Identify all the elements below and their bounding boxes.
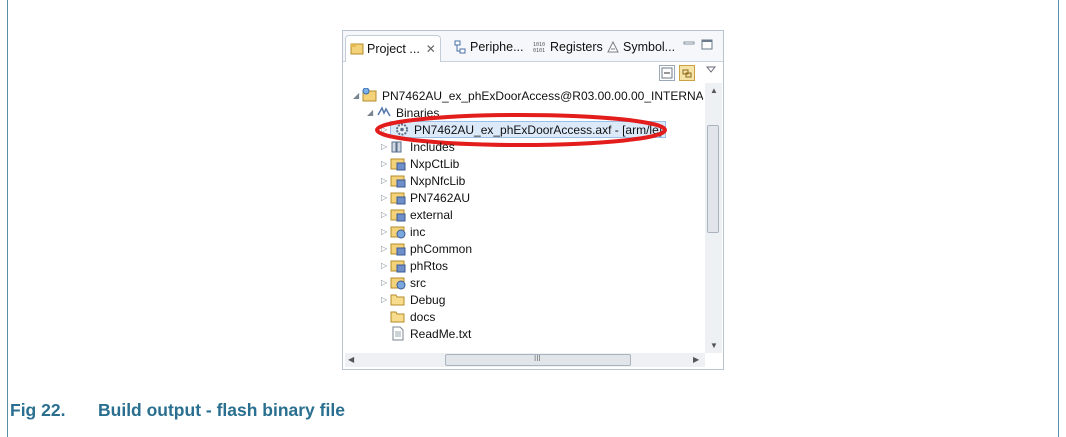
horizontal-scrollbar[interactable]: ◀ III ▶ — [345, 353, 705, 367]
tab-label: Symbol... — [623, 40, 676, 54]
folder-icon — [390, 294, 405, 306]
tree-row-phcommon[interactable]: ▷ phCommon — [381, 240, 472, 257]
tree-item-label: phCommon — [410, 241, 473, 256]
tree-item-label: Includes — [410, 139, 455, 154]
project-tree: ◢ PN7462AU_ex_phExDoorAccess@R03.00.00.0… — [343, 81, 703, 353]
text-file-icon — [392, 326, 404, 341]
view-tab-bar: Project ... ✕ Periphe... 1010 0101 Regis… — [343, 31, 723, 62]
peripherals-icon — [454, 40, 466, 54]
figure-number: Fig 22. — [10, 400, 66, 420]
project-explorer-panel: Project ... ✕ Periphe... 1010 0101 Regis… — [342, 30, 724, 370]
tree-row-project[interactable]: ◢ PN7462AU_ex_phExDoorAccess@R03.00.00.0… — [353, 87, 703, 104]
vertical-scrollbar[interactable]: ▲ ▼ — [705, 83, 722, 353]
expand-icon[interactable]: ▷ — [381, 227, 390, 236]
tree-item-label: inc — [410, 224, 426, 239]
source-folder-icon — [390, 158, 406, 171]
collapse-icon[interactable]: ◢ — [353, 91, 362, 100]
tree-row-phrtos[interactable]: ▷ phRtos — [381, 257, 448, 274]
figure-caption: Fig 22. Build output - flash binary file — [10, 400, 345, 421]
figure-title: Build output - flash binary file — [98, 400, 345, 420]
project-icon — [362, 88, 377, 102]
scroll-left-icon[interactable]: ◀ — [348, 355, 354, 364]
collapse-all-button[interactable] — [659, 65, 675, 81]
tab-label: Project ... — [367, 42, 420, 56]
source-folder-icon — [390, 260, 406, 273]
source-folder-icon — [390, 175, 406, 188]
symbol-viewer-icon — [607, 40, 619, 53]
tree-item-label: src — [410, 275, 426, 290]
tree-row-readme[interactable]: ReadMe.txt — [390, 325, 471, 342]
source-folder-c-icon — [390, 277, 406, 290]
registers-icon: 1010 0101 — [533, 42, 545, 54]
tree-row-src[interactable]: ▷ src — [381, 274, 426, 291]
link-with-editor-button[interactable] — [679, 65, 695, 81]
tree-row-external[interactable]: ▷ external — [381, 206, 453, 223]
minimize-icon[interactable] — [683, 39, 695, 50]
expand-icon[interactable]: ▷ — [381, 295, 390, 304]
expand-icon[interactable]: ▷ — [381, 278, 390, 287]
expand-icon[interactable]: ▷ — [381, 261, 390, 270]
svg-text:0101: 0101 — [533, 48, 545, 54]
includes-icon — [391, 141, 402, 153]
horizontal-scroll-thumb[interactable]: III — [445, 354, 631, 366]
folder-icon — [390, 311, 405, 323]
expand-icon[interactable]: ▷ — [381, 244, 390, 253]
vertical-scroll-thumb[interactable] — [707, 125, 719, 233]
tree-row-nxpnfclib[interactable]: ▷ NxpNfcLib — [381, 172, 465, 189]
tab-symbol-viewer[interactable]: Symbol... — [606, 37, 675, 57]
link-with-editor-icon — [682, 69, 692, 78]
tab-label: Registers — [550, 40, 603, 54]
scroll-down-icon[interactable]: ▼ — [710, 341, 718, 350]
tree-row-nxpctlib[interactable]: ▷ NxpCtLib — [381, 155, 459, 172]
expand-icon[interactable]: ▷ — [381, 159, 390, 168]
close-icon[interactable]: ✕ — [426, 42, 436, 56]
expand-icon[interactable]: ▷ — [381, 210, 390, 219]
tree-row-pn7462au[interactable]: ▷ PN7462AU — [381, 189, 470, 206]
source-folder-c-icon — [390, 226, 406, 239]
tab-peripherals[interactable]: Periphe... — [453, 37, 524, 57]
expand-icon[interactable]: ▷ — [381, 176, 390, 185]
source-folder-icon — [390, 209, 406, 222]
tree-item-label: NxpCtLib — [410, 156, 460, 171]
tree-item-label: external — [410, 207, 453, 222]
project-name: PN7462AU_ex_phExDoorAccess@R03.00.00.00_… — [382, 88, 703, 103]
tree-item-label: phRtos — [410, 258, 449, 273]
tree-row-inc[interactable]: ▷ inc — [381, 223, 425, 240]
tab-label: Periphe... — [470, 40, 524, 54]
tree-row-docs[interactable]: docs — [390, 308, 435, 325]
collapse-all-icon — [661, 67, 673, 79]
source-folder-icon — [390, 243, 406, 256]
tree-item-label: Debug — [410, 292, 446, 307]
project-explorer-icon — [350, 43, 364, 55]
source-folder-icon — [390, 192, 406, 205]
scroll-grip: III — [534, 354, 541, 363]
expand-icon[interactable]: ▷ — [381, 193, 390, 202]
tree-item-label: PN7462AU — [410, 190, 471, 205]
scroll-right-icon[interactable]: ▶ — [693, 355, 699, 364]
tree-row-includes[interactable]: ▷ Includes — [381, 138, 455, 155]
tree-row-debug[interactable]: ▷ Debug — [381, 291, 445, 308]
tree-item-label: ReadMe.txt — [410, 326, 472, 341]
scroll-up-icon[interactable]: ▲ — [710, 86, 718, 95]
view-menu-icon[interactable] — [706, 66, 716, 74]
tree-item-label: docs — [410, 309, 436, 324]
tree-item-label: NxpNfcLib — [410, 173, 466, 188]
tab-registers[interactable]: 1010 0101 Registers — [533, 37, 603, 57]
tab-project-explorer[interactable]: Project ... ✕ — [345, 35, 441, 62]
maximize-icon[interactable] — [701, 39, 713, 50]
expand-icon[interactable]: ▷ — [381, 142, 390, 151]
